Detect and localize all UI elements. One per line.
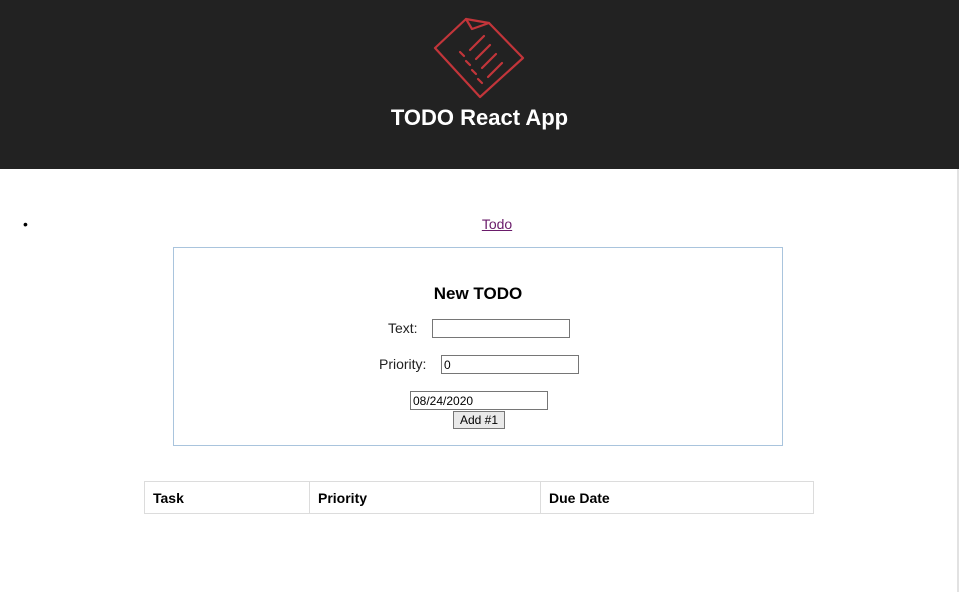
column-header-task[interactable]: Task	[144, 481, 310, 514]
table-header-row: Task Priority Due Date	[144, 481, 814, 514]
column-header-priority[interactable]: Priority	[309, 481, 541, 514]
new-todo-form: New TODO Text: Priority: Add #1	[173, 247, 783, 446]
priority-label: Priority:	[379, 356, 427, 372]
page: TODO React App • Todo New TODO Text: Pri…	[0, 0, 959, 592]
column-header-due-date[interactable]: Due Date	[540, 481, 814, 514]
todo-table: Task Priority Due Date	[144, 481, 814, 514]
form-title: New TODO	[433, 284, 523, 303]
checklist-document-icon	[433, 17, 525, 99]
add-todo-button[interactable]: Add #1	[453, 411, 505, 429]
app-header: TODO React App	[0, 0, 959, 169]
text-input[interactable]	[432, 319, 570, 338]
text-label: Text:	[388, 320, 418, 336]
due-date-input[interactable]	[410, 391, 548, 410]
nav-link-todo[interactable]: Todo	[0, 216, 959, 232]
app-title: TODO React App	[390, 105, 569, 130]
priority-input[interactable]	[441, 355, 579, 374]
